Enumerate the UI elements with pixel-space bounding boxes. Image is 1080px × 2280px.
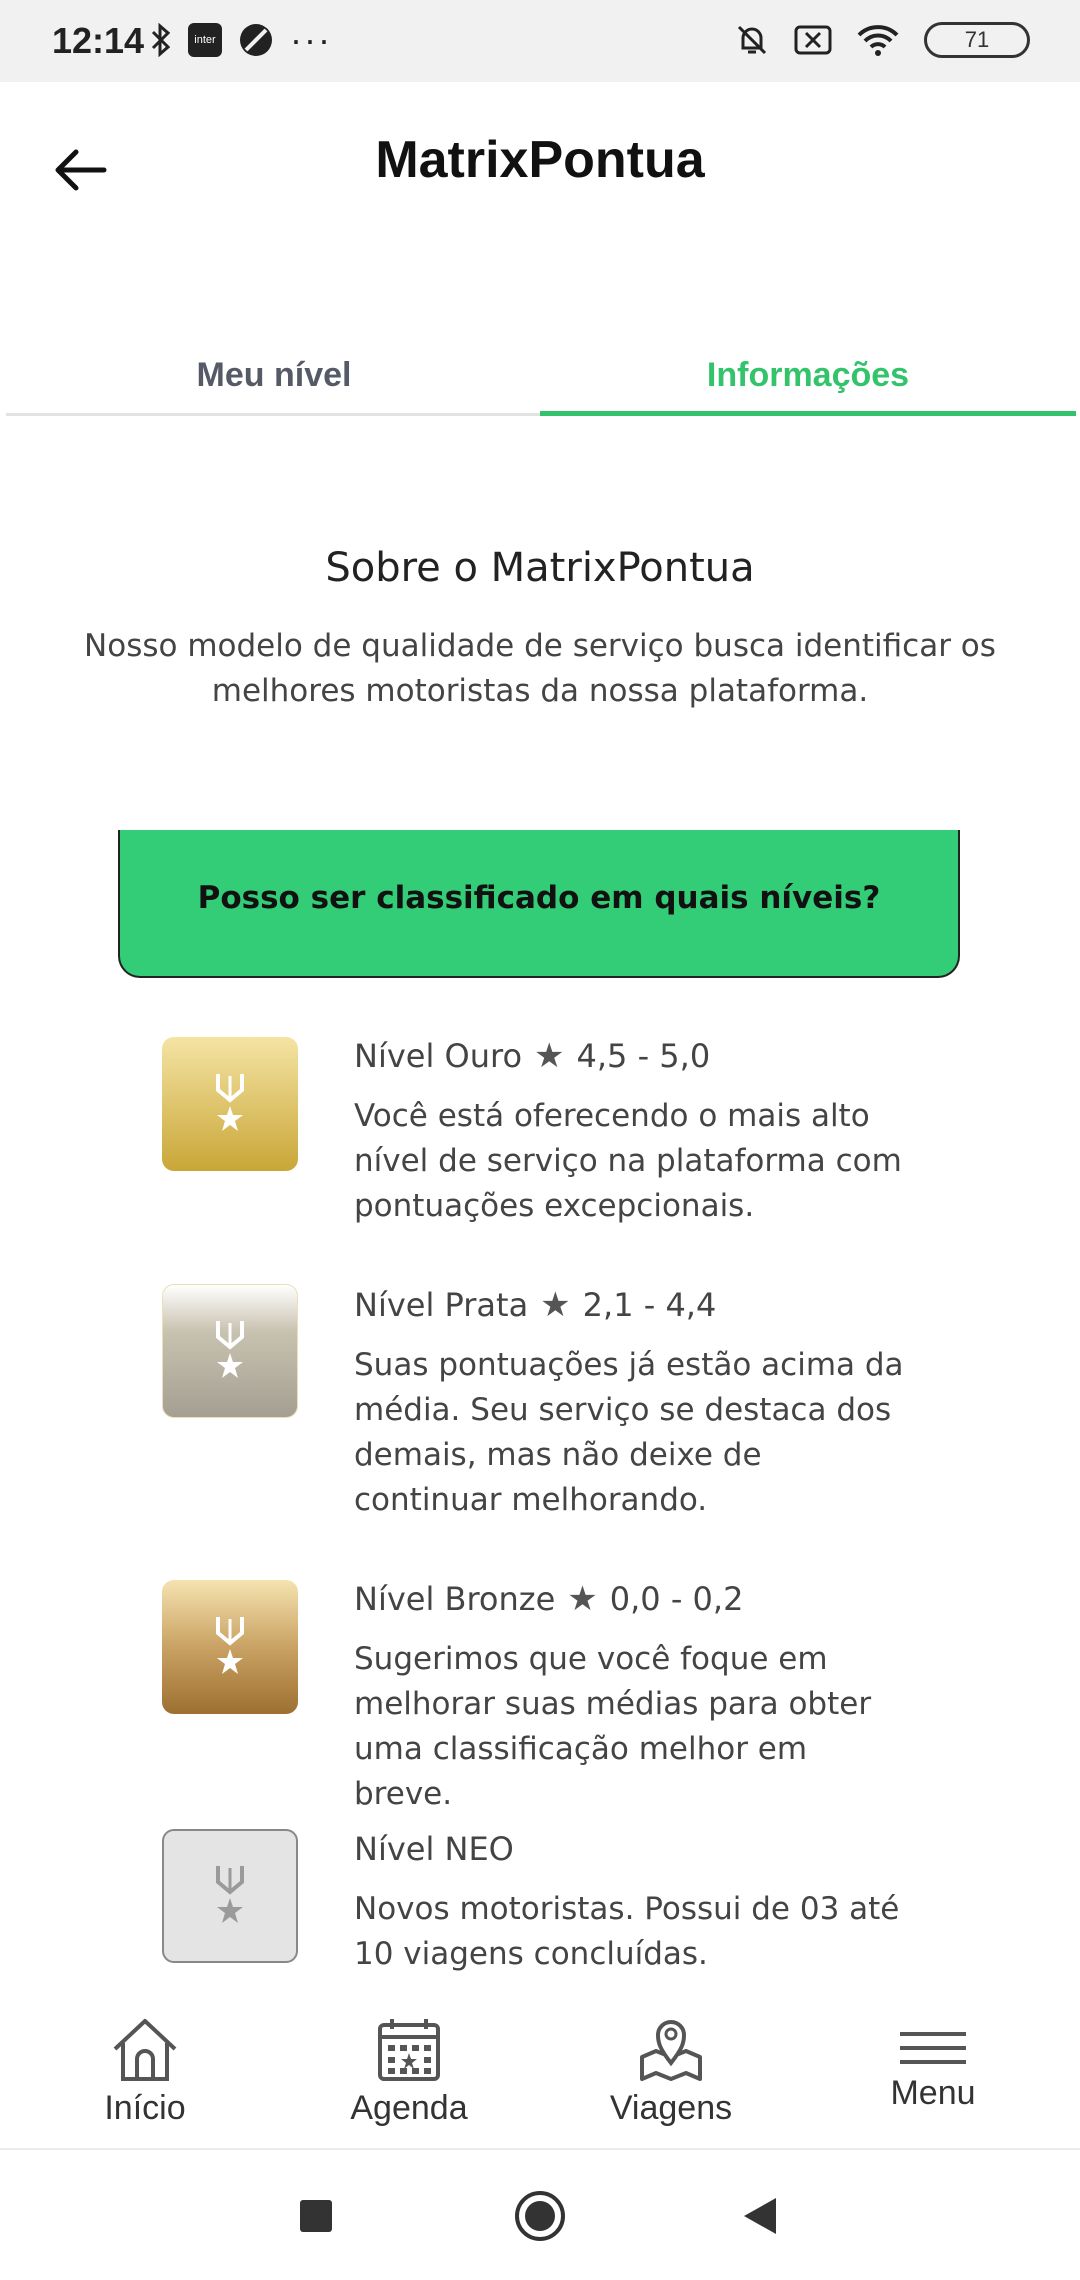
circle-icon — [515, 2191, 565, 2241]
map-pin-icon — [640, 2020, 702, 2081]
nav-menu[interactable]: Menu — [798, 2030, 1068, 2113]
medal-icon — [216, 1866, 244, 1923]
calendar-icon — [378, 2019, 440, 2081]
sim-x-icon — [794, 25, 832, 55]
nav-agenda-label: Agenda — [350, 2089, 468, 2127]
tab-active-indicator — [540, 411, 1076, 416]
home-icon — [113, 2019, 177, 2081]
page-title: MatrixPontua — [375, 131, 705, 189]
bluetooth-icon — [151, 23, 171, 57]
wifi-icon — [857, 25, 899, 56]
nav-agenda[interactable]: Agenda — [274, 2015, 544, 2128]
bell-muted-icon — [737, 25, 767, 55]
intro-title: Sobre o MatrixPontua — [325, 545, 755, 591]
status-time: 12:14 — [52, 20, 145, 61]
star-icon: ★ — [534, 1036, 565, 1076]
level-ouro-description: Você está oferecendo o mais alto nível d… — [354, 1098, 902, 1224]
level-neo-name: Nível NEO — [354, 1830, 514, 1868]
star-icon: ★ — [567, 1579, 598, 1619]
level-prata-header: Nível Prata ★ 2,1 - 4,4 — [354, 1285, 716, 1325]
tab-meu-nivel[interactable]: Meu nível — [6, 330, 542, 420]
level-prata-range: 2,1 - 4,4 — [582, 1286, 717, 1324]
gold-medal-badge — [162, 1037, 298, 1171]
intro-text: Nosso modelo de qualidade de serviço bus… — [84, 628, 996, 709]
inter-app-icon: inter — [188, 23, 222, 57]
level-bronze-header: Nível Bronze ★ 0,0 - 0,2 — [354, 1579, 743, 1619]
level-bronze-range: 0,0 - 0,2 — [609, 1580, 744, 1618]
bronze-medal-badge — [162, 1580, 298, 1714]
neo-medal-badge — [162, 1829, 298, 1963]
back-system-button[interactable] — [742, 2196, 778, 2241]
menu-icon — [900, 2032, 966, 2064]
level-prata-description: Suas pontuações já estão acima da média.… — [354, 1347, 904, 1518]
nav-inicio-label: Início — [104, 2089, 186, 2127]
nav-viagens[interactable]: Viagens — [536, 2015, 806, 2128]
level-ouro-range: 4,5 - 5,0 — [576, 1037, 711, 1075]
more-notifications-icon: ··· — [290, 19, 332, 60]
nav-menu-label: Menu — [890, 2074, 976, 2112]
nav-viagens-label: Viagens — [609, 2089, 733, 2127]
star-icon: ★ — [540, 1285, 571, 1325]
level-ouro-header: Nível Ouro ★ 4,5 - 5,0 — [354, 1036, 710, 1076]
triangle-back-icon — [744, 2198, 776, 2234]
level-prata-name: Nível Prata — [354, 1286, 529, 1324]
silver-medal-badge — [162, 1284, 298, 1418]
home-system-button[interactable] — [514, 2190, 566, 2247]
battery-icon: 71 — [924, 22, 1030, 58]
medal-icon — [216, 1074, 244, 1131]
nav-inicio[interactable]: Início — [10, 2015, 280, 2128]
level-neo-description: Novos motoristas. Possui de 03 até 10 vi… — [354, 1891, 900, 1972]
app-circle-icon — [240, 24, 272, 56]
level-bronze-description: Sugerimos que você foque em melhorar sua… — [354, 1641, 872, 1812]
levels-question-label: Posso ser classificado em quais níveis? — [197, 880, 881, 916]
level-ouro-name: Nível Ouro — [354, 1037, 523, 1075]
tab-informacoes[interactable]: Informações — [540, 330, 1076, 420]
medal-icon — [216, 1617, 244, 1674]
level-bronze-name: Nível Bronze — [354, 1580, 556, 1618]
levels-question-box[interactable]: Posso ser classificado em quais níveis? — [118, 830, 960, 978]
recent-apps-button[interactable] — [298, 2198, 334, 2239]
status-icons-left: inter ··· — [150, 22, 332, 58]
medal-icon — [216, 1321, 244, 1378]
square-icon — [300, 2200, 332, 2232]
level-neo-header: Nível NEO — [354, 1830, 514, 1868]
status-icons-right: 71 — [734, 22, 1030, 58]
